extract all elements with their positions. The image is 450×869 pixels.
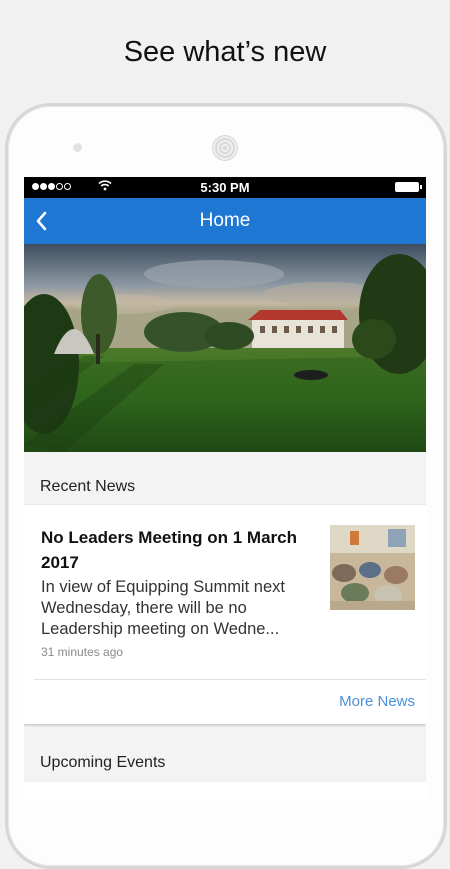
phone-speaker [212,135,238,161]
news-item-title: No Leaders Meeting on 1 March 2017 [41,528,297,572]
page-headline: See what’s new [123,36,327,68]
events-card [24,782,426,800]
phone-camera [73,143,82,152]
hero-image-drawing [24,244,426,452]
news-item-body: In view of Equipping Summit next Wednesd… [41,578,285,638]
hero-campus-image [24,244,426,452]
news-thumbnail [330,525,415,610]
app-navbar: Home [24,198,426,244]
more-news-link[interactable]: More News [339,693,415,710]
app-screen: 5:30 PM Home Recent News No Leaders Meet… [24,177,426,800]
status-bar: 5:30 PM [24,177,426,198]
page-title: Home [199,210,251,231]
recent-news-header: Recent News [24,452,426,504]
news-item-time: 31 minutes ago [41,645,124,659]
news-card: No Leaders Meeting on 1 March 2017 In vi… [24,505,426,724]
recent-news-title: Recent News [40,478,136,495]
news-divider [34,679,426,680]
upcoming-events-title: Upcoming Events [40,754,166,771]
battery-icon [395,182,422,192]
status-time: 5:30 PM [200,180,250,195]
